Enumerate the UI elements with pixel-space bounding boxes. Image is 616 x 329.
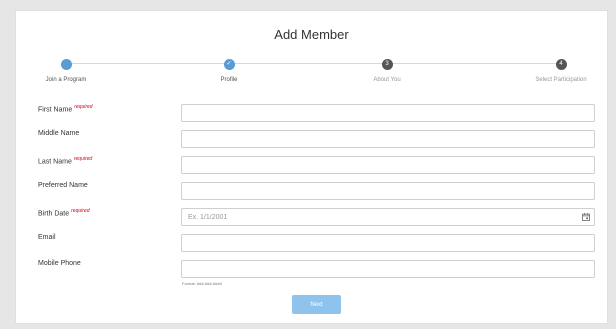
preferred-name-row: Preferred Name [16,182,607,202]
middle-name-row: Middle Name [16,130,607,150]
preferred-name-input[interactable] [181,182,595,200]
step-number: 3 [381,59,393,70]
last-name-input[interactable] [181,156,595,174]
check-icon: ✓ [223,59,235,70]
birth-date-row: Birth Date required [16,208,607,228]
step-label: Profile [220,77,238,83]
email-row: Email [16,234,607,254]
required-marker: required [73,156,93,162]
email-input[interactable] [181,234,595,252]
add-member-card: Add Member Join a Program ✓ Profile 3 Ab… [15,10,608,324]
step-label: Join a Program [45,77,87,83]
step-join-program[interactable]: Join a Program [21,59,111,83]
middle-name-label: Middle Name [38,130,80,137]
email-label: Email [38,234,56,241]
first-name-row: First Name required [16,104,607,124]
step-label: About You [373,77,401,83]
last-name-label: Last Name required [38,156,93,166]
mobile-phone-input[interactable] [181,260,595,278]
step-label: Select Participation [535,77,587,83]
mobile-phone-row: Mobile Phone [16,260,607,280]
step-number: 4 [555,59,567,70]
required-marker: required [71,208,90,214]
birth-date-label: Birth Date required [38,208,90,218]
step-about-you: 3 About You [342,59,432,83]
step-select-participation: 4 Select Participation [516,59,606,83]
mobile-phone-label: Mobile Phone [38,260,81,267]
phone-format-hint: Format: ###-###-#### [182,281,222,286]
step-profile[interactable]: ✓ Profile [184,59,274,83]
page-title: Add Member [274,27,349,42]
required-marker: required [74,104,93,110]
calendar-icon[interactable] [582,213,590,221]
first-name-input[interactable] [181,104,595,122]
middle-name-input[interactable] [181,130,595,148]
last-name-row: Last Name required [16,156,607,176]
birth-date-input[interactable] [181,208,595,226]
progress-stepper: Join a Program ✓ Profile 3 About You 4 S… [16,59,607,89]
step-complete-marker [60,59,72,70]
preferred-name-label: Preferred Name [38,182,88,189]
next-button[interactable]: Next [292,295,341,314]
first-name-label: First Name required [38,104,93,114]
